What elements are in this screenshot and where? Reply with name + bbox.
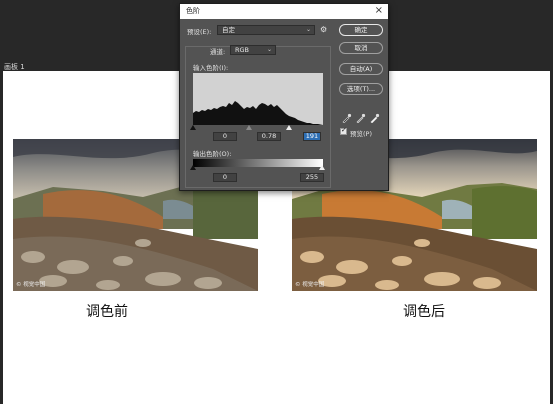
watermark-text: © 视觉中国	[295, 282, 325, 288]
cancel-button[interactable]: 取消	[339, 42, 383, 54]
input-gamma-field[interactable]: 0.78	[257, 132, 281, 141]
chevron-down-icon: ⌄	[305, 26, 311, 33]
gray-eyedropper-icon[interactable]	[356, 108, 366, 124]
dialog-titlebar[interactable]: 色阶 ×	[180, 4, 388, 19]
levels-dialog: 色阶 × 预设(E): 自定 ⌄ ⚙ 通道: RGB ⌄ 输入色阶(I): 0 …	[179, 3, 389, 191]
preview-label: 预览(P)	[350, 130, 372, 138]
caption-before: 调色前	[86, 304, 128, 320]
input-white-slider[interactable]	[286, 125, 292, 130]
output-white-slider[interactable]	[319, 165, 325, 170]
output-levels-label: 输出色阶(O):	[193, 150, 232, 158]
black-eyedropper-icon[interactable]	[342, 108, 352, 124]
gear-icon[interactable]: ⚙	[320, 25, 327, 34]
channel-label: 通道:	[210, 48, 226, 56]
input-gamma-slider[interactable]	[246, 125, 252, 130]
input-black-field[interactable]: 0	[213, 132, 237, 141]
channel-value: RGB	[235, 46, 250, 54]
options-button[interactable]: 选项(T)...	[339, 83, 383, 95]
output-black-slider[interactable]	[190, 165, 196, 170]
preset-select[interactable]: 自定 ⌄	[217, 25, 315, 35]
preset-value: 自定	[222, 26, 235, 34]
caption-after: 调色后	[403, 304, 445, 320]
output-white-field[interactable]: 255	[300, 173, 324, 182]
preview-checkbox[interactable]	[340, 126, 347, 135]
watermark-text: © 视觉中国	[16, 282, 46, 288]
white-eyedropper-icon[interactable]	[370, 108, 380, 124]
auto-button[interactable]: 自动(A)	[339, 63, 383, 75]
input-levels-label: 输入色阶(I):	[193, 64, 229, 72]
close-icon[interactable]: ×	[375, 4, 383, 18]
channel-select[interactable]: RGB ⌄	[230, 45, 276, 55]
output-black-field[interactable]: 0	[213, 173, 237, 182]
dialog-title: 色阶	[186, 7, 200, 15]
chevron-down-icon: ⌄	[266, 46, 272, 53]
ok-button[interactable]: 确定	[339, 24, 383, 36]
input-white-field[interactable]: 191	[303, 132, 321, 141]
histogram	[193, 73, 323, 125]
input-black-slider[interactable]	[190, 125, 196, 130]
output-gradient	[193, 159, 323, 167]
preset-label: 预设(E):	[187, 28, 212, 36]
